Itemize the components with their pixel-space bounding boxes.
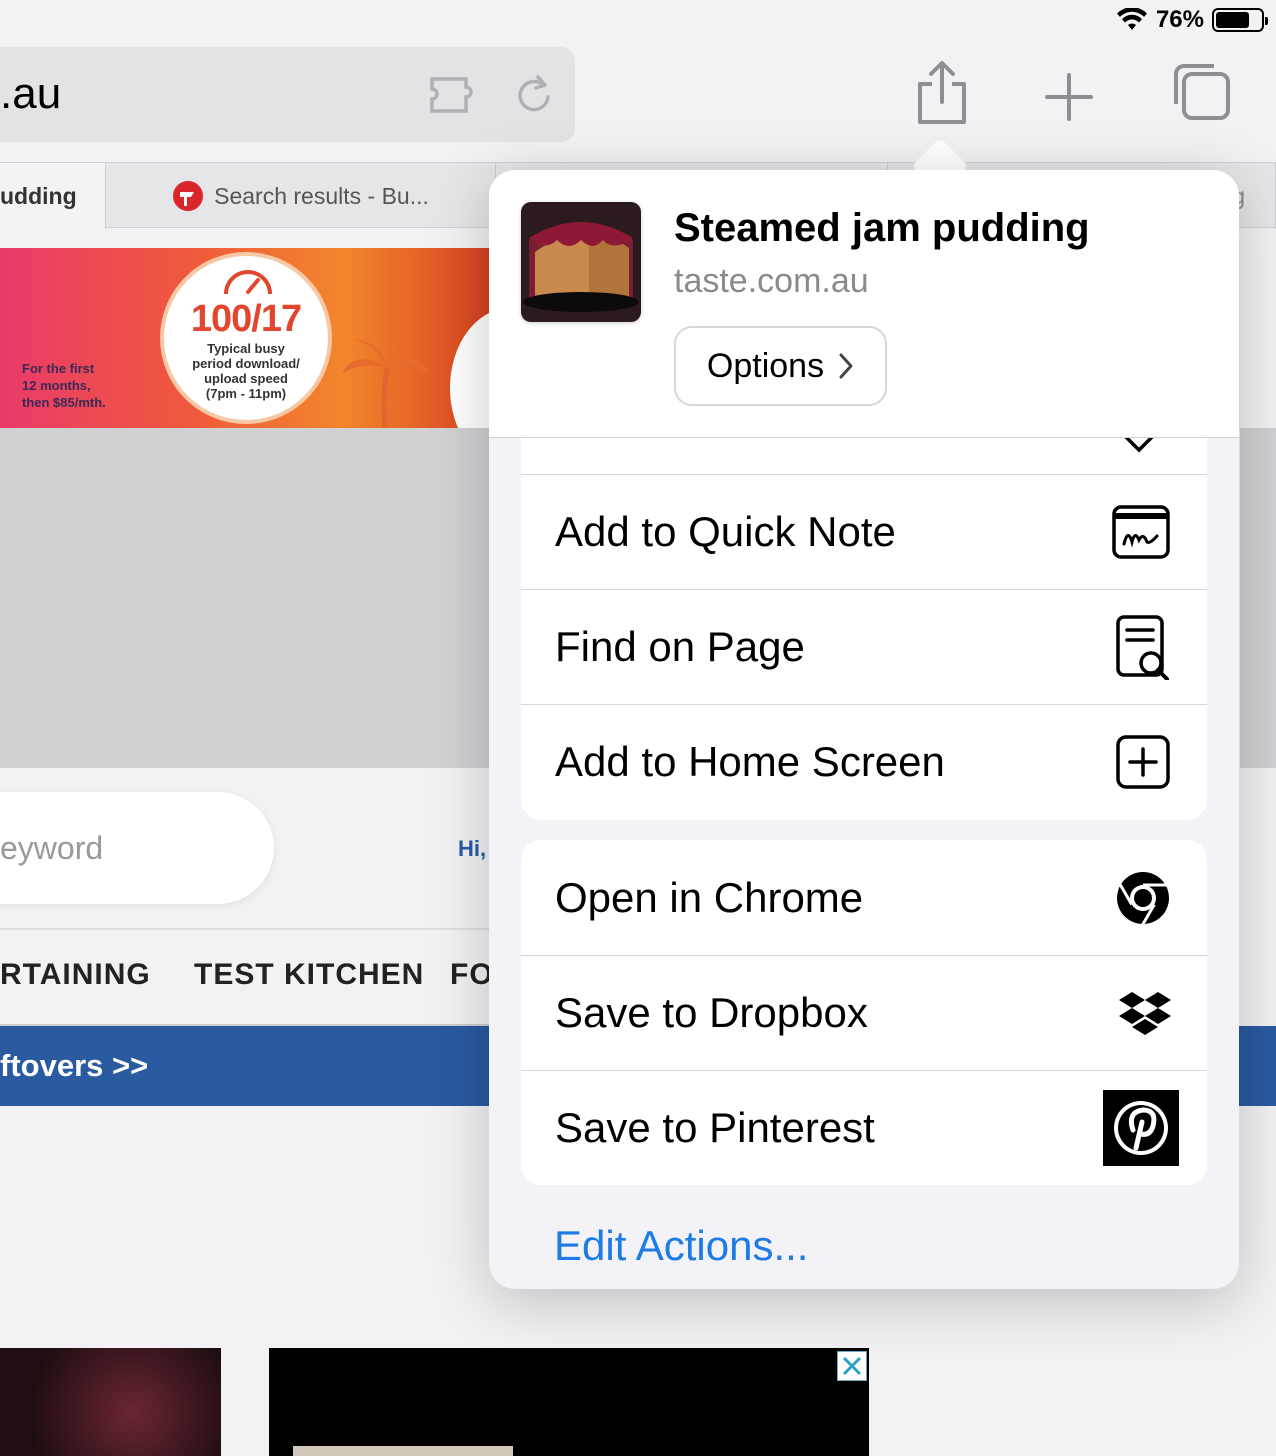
site-search-input[interactable]: eyword: [0, 792, 274, 904]
share-sheet-header: Steamed jam pudding taste.com.au Options: [489, 170, 1239, 438]
divider: [0, 928, 490, 930]
action-open-in-chrome[interactable]: Open in Chrome: [521, 840, 1207, 955]
options-button[interactable]: Options: [674, 326, 887, 406]
action-add-to-quick-note[interactable]: Add to Quick Note: [521, 474, 1207, 589]
action-find-on-page[interactable]: Find on Page: [521, 589, 1207, 704]
account-link[interactable]: Hi,: [458, 836, 486, 862]
ad-placeholder-right: [1240, 428, 1276, 768]
address-bar[interactable]: .au: [0, 47, 575, 142]
actions-group-1: Add to Quick Note Find on Page Add to Ho…: [521, 438, 1207, 820]
share-domain: taste.com.au: [674, 262, 869, 300]
actions-group-2: Open in Chrome Save to Dropbox Save to P…: [521, 840, 1207, 1185]
edit-actions-link[interactable]: Edit Actions...: [554, 1222, 808, 1270]
page-thumbnail: [521, 202, 641, 322]
close-ad-icon[interactable]: [837, 1351, 867, 1381]
content-thumbnail[interactable]: [0, 1348, 221, 1456]
action-save-to-pinterest[interactable]: Save to Pinterest: [521, 1070, 1207, 1185]
share-sheet: Steamed jam pudding taste.com.au Options…: [489, 170, 1239, 1289]
reload-icon[interactable]: [512, 73, 556, 117]
new-tab-icon[interactable]: [1044, 72, 1094, 122]
palm-tree-icon: [342, 340, 430, 428]
dropbox-icon: [1119, 992, 1171, 1035]
bunnings-favicon-icon: [173, 181, 204, 211]
battery-percent: 76%: [1155, 6, 1204, 33]
status-bar: 76%: [976, 0, 1276, 40]
share-title: Steamed jam pudding: [674, 206, 1090, 250]
extensions-icon[interactable]: [428, 73, 480, 117]
action-add-to-home-screen[interactable]: Add to Home Screen: [521, 704, 1207, 819]
chrome-icon: [1117, 871, 1169, 926]
nav-item-test-kitchen[interactable]: TEST KITCHEN: [194, 958, 424, 992]
ad-logo-arc: [450, 308, 490, 428]
promo-banner-text[interactable]: ftovers >>: [0, 1048, 148, 1084]
search-placeholder: eyword: [0, 830, 104, 866]
share-icon[interactable]: [914, 60, 970, 126]
tab-overview-icon[interactable]: [1170, 60, 1232, 122]
add-square-icon: [1116, 735, 1170, 789]
nav-item-entertaining[interactable]: RTAINING: [0, 958, 151, 992]
find-on-page-icon: [1116, 615, 1169, 680]
ad-placeholder: [0, 428, 490, 768]
speedometer-icon: [224, 270, 272, 295]
ad-speed-badge: 100/17 Typical busy period download/ upl…: [160, 252, 332, 424]
bookmark-icon: [1124, 438, 1154, 453]
pinterest-icon: [1103, 1090, 1179, 1166]
video-ad[interactable]: [269, 1348, 869, 1456]
quick-note-icon: [1112, 505, 1170, 559]
tab-active[interactable]: udding: [0, 163, 106, 229]
wifi-icon: [1116, 8, 1147, 30]
tab-search-results[interactable]: Search results - Bu...: [106, 163, 496, 229]
url-text: .au: [0, 69, 62, 118]
action-save-to-dropbox[interactable]: Save to Dropbox: [521, 955, 1207, 1070]
battery-icon: [1212, 8, 1268, 32]
ad-banner[interactable]: For the first 12 months, then $85/mth. 1…: [0, 248, 490, 428]
chevron-right-icon: [839, 353, 853, 379]
ad-left-text: For the first 12 months, then $85/mth.: [22, 361, 106, 410]
nav-item-fo[interactable]: FO: [450, 958, 494, 992]
